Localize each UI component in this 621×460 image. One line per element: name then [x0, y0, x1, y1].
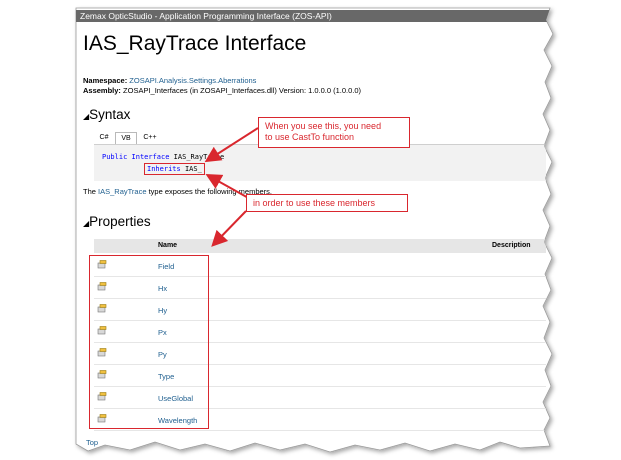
members-callout: in order to use these members	[246, 194, 408, 212]
castto-callout: When you see this, you need to use CastT…	[258, 117, 410, 148]
arrow-to-properties	[214, 211, 246, 244]
arrow-to-inherits	[208, 128, 258, 160]
annotation-arrows	[0, 0, 621, 460]
document-page: Zemax OpticStudio - Application Programm…	[0, 0, 621, 460]
